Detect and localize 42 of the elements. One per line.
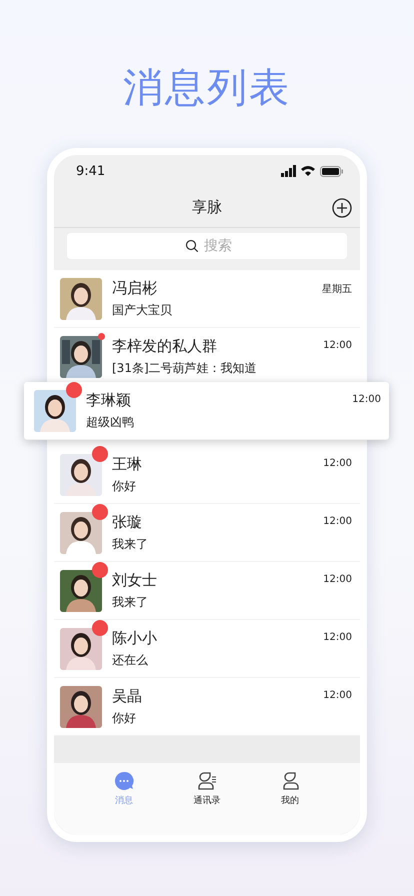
message-time: 12:00 xyxy=(352,394,381,405)
chat-row[interactable]: 陈小小 还在么 12:00 xyxy=(54,620,360,678)
contacts-icon xyxy=(196,771,217,791)
message-time: 12:00 xyxy=(323,574,352,585)
chat-card[interactable]: 李琳颖 超级凶鸭 12:00 xyxy=(24,382,389,440)
message-time: 12:00 xyxy=(323,690,352,701)
chat-row[interactable]: 刘女士 我来了 12:00 xyxy=(54,562,360,620)
message-preview: [31条]二号葫芦娃：我知道 xyxy=(112,360,258,376)
nav-title: 享脉 xyxy=(192,198,222,216)
message-preview: 我来了 xyxy=(112,594,149,610)
contact-name: 刘女士 xyxy=(112,570,158,590)
battery-icon xyxy=(320,166,344,176)
search-icon xyxy=(185,239,200,254)
contact-name: 陈小小 xyxy=(112,628,158,648)
message-time: 12:00 xyxy=(323,458,352,469)
contact-name: 张璇 xyxy=(112,512,143,532)
headline: 消息列表 xyxy=(123,64,291,113)
add-icon[interactable] xyxy=(332,198,352,218)
tab[interactable]: 我的 xyxy=(274,763,306,835)
tab[interactable]: 通讯录 xyxy=(187,763,226,835)
message-preview: 超级凶鸭 xyxy=(86,414,135,430)
signal-icon xyxy=(281,165,296,177)
message-preview: 国产大宝贝 xyxy=(112,302,173,318)
message-time: 星期五 xyxy=(322,282,352,296)
contact-name: 吴晶 xyxy=(112,686,143,706)
wifi-icon xyxy=(300,165,316,177)
message-time: 12:00 xyxy=(323,632,352,643)
message-preview: 你好 xyxy=(112,710,137,726)
search-field[interactable]: 搜索 xyxy=(67,233,347,259)
message-preview: 还在么 xyxy=(112,652,149,668)
contact-name: 冯启彬 xyxy=(112,278,158,298)
message-time: 12:00 xyxy=(323,340,352,351)
message-time: 12:00 xyxy=(323,516,352,527)
contact-name: 王琳 xyxy=(112,454,143,474)
status-time: 9:41 xyxy=(76,164,106,178)
contact-name: 李梓发的私人群 xyxy=(112,336,218,356)
chat-bubble-icon xyxy=(114,771,134,791)
message-preview: 你好 xyxy=(112,478,137,494)
contact-name: 李琳颖 xyxy=(86,390,132,410)
chat-row[interactable]: 王琳 你好 12:00 xyxy=(54,446,360,504)
chat-row[interactable]: 张璇 我来了 12:00 xyxy=(54,504,360,562)
message-preview: 我来了 xyxy=(112,536,149,552)
